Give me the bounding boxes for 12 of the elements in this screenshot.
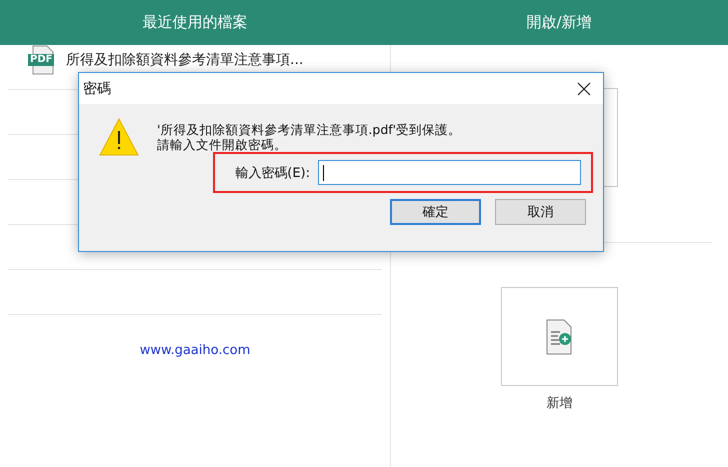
new-label: 新增 <box>546 395 572 412</box>
website-link[interactable]: www.gaaiho.com <box>140 343 250 358</box>
dialog-message: 請輸入文件開啟密碼。 <box>157 137 288 152</box>
recent-file-name[interactable]: 所得及扣除額資料參考清單注意事項... <box>66 51 304 69</box>
dialog-title: 密碼 <box>83 80 111 98</box>
panel-title: 最近使用的檔案 <box>142 13 248 32</box>
dialog-message: '所得及扣除額資料參考清單注意事項.pdf'受到保護。 <box>157 122 462 137</box>
dialog-button[interactable]: 取消 <box>495 199 586 225</box>
password-label: 輸入密碼(E): <box>235 164 310 182</box>
dialog-button[interactable]: 確定 <box>390 199 481 225</box>
pdf-badge: PDF <box>28 54 54 66</box>
panel-title: 開啟/新增 <box>526 13 592 32</box>
